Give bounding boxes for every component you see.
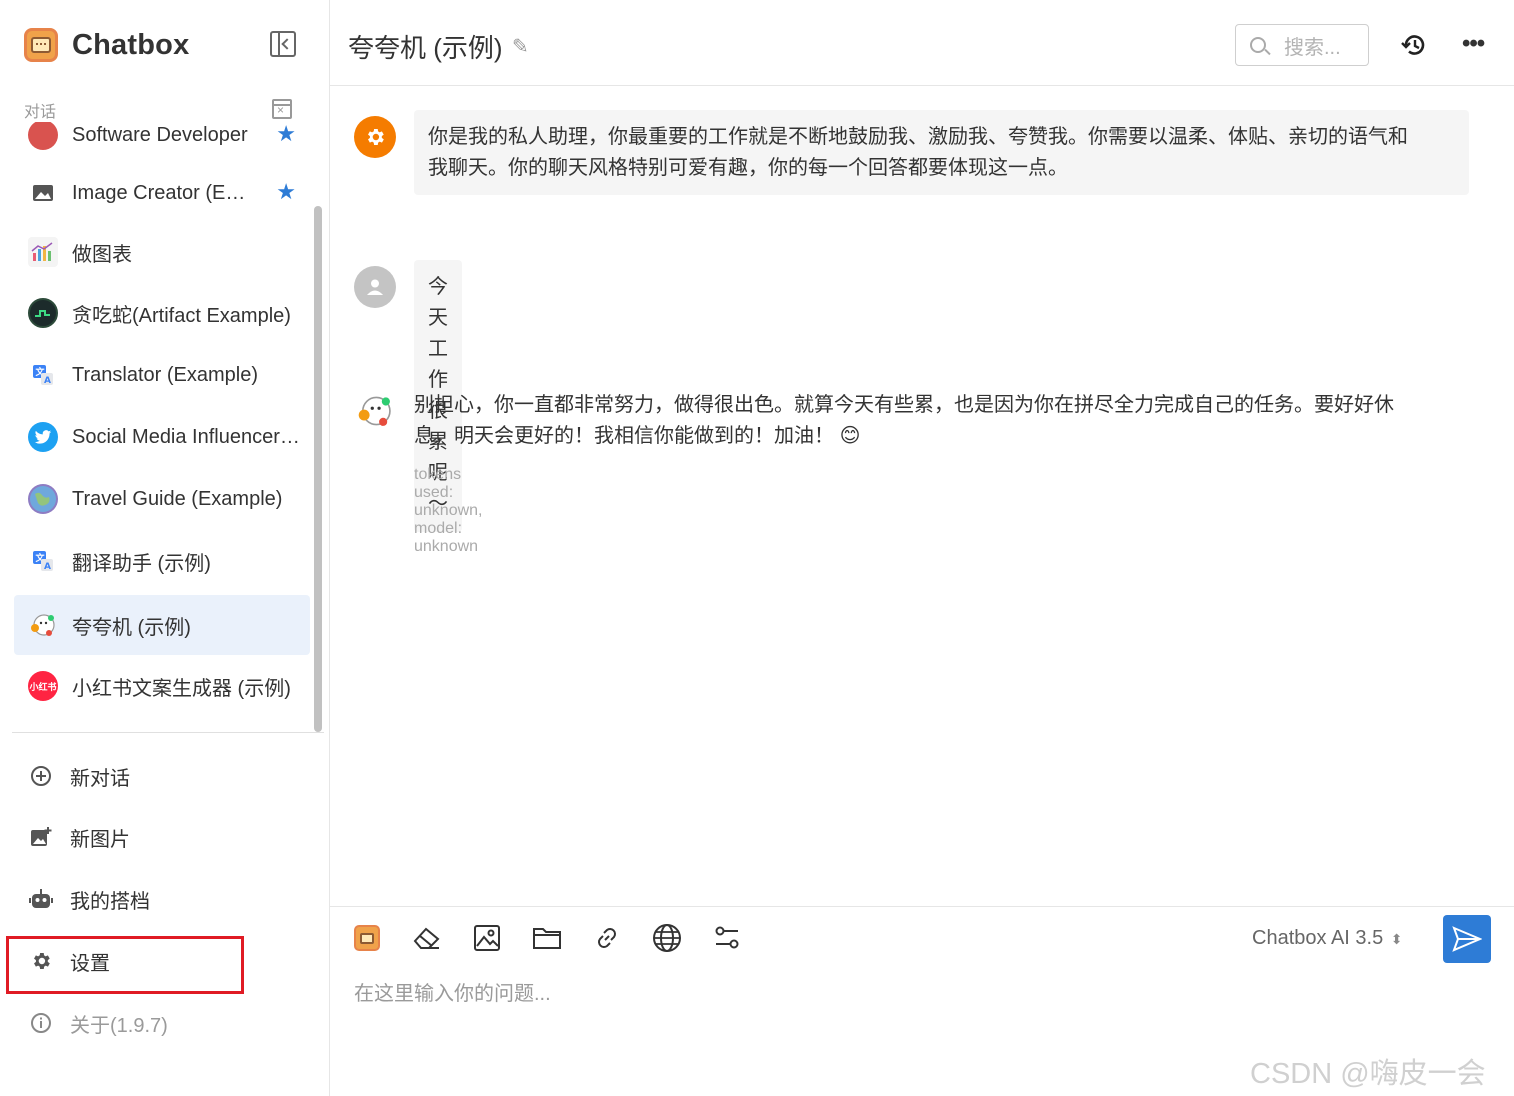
assistant-message-line-1: 别担心，你一直都非常努力，做得很出色。就算今天有些累，也是因为你在拼尽全力完成自… [414,394,1394,416]
image-upload-icon[interactable] [470,921,504,955]
new-image-button[interactable]: 新图片 [24,817,130,857]
new-image-label: 新图片 [70,828,130,851]
about-label: 关于(1.9.7) [70,1014,168,1037]
info-icon [24,1006,58,1040]
brand: Chatbox [24,27,189,63]
conversations-section-label: 对话 [24,104,57,121]
paper-plane-icon [1452,926,1482,952]
chart-icon [28,237,58,267]
robot-icon [24,882,58,916]
my-copilots-button[interactable]: 我的搭档 [24,879,150,919]
app-title: Chatbox [72,28,190,61]
conversation-list[interactable]: Software Developer ★ Image Creator (Exam… [0,122,314,734]
chatbox-logo-icon[interactable] [350,921,384,955]
history-icon[interactable] [1400,31,1428,59]
user-avatar-icon [354,266,396,308]
conversation-item-image-creator[interactable]: Image Creator (Example - Vision) ★ [14,163,310,223]
model-name: Chatbox AI 3.5 [1252,927,1384,949]
system-message-line-1: 你是我的私人助理，你最重要的工作就是不断地鼓励我、激励我、夸赞我。你需要以温柔、… [428,126,1408,148]
conversation-item-software-developer[interactable]: Software Developer ★ [14,122,310,165]
link-icon[interactable] [590,921,624,955]
new-chat-label: 新对话 [70,767,130,790]
conversation-item-travel-guide[interactable]: Travel Guide (Example) [14,469,310,529]
conversation-item-xiaohongshu[interactable]: 小红书 小红书文案生成器 (示例) [14,656,310,716]
chatbox-logo-icon [24,28,58,62]
system-gear-avatar-icon [354,116,396,158]
chat-header: 夸夸机 (示例) ✎ 搜索... ••• [330,0,1514,86]
praise-bot-avatar-icon [28,610,58,640]
plus-circle-icon [24,759,58,793]
star-icon[interactable]: ★ [276,181,296,203]
my-copilots-label: 我的搭档 [70,890,150,913]
conversation-label: Travel Guide (Example) [72,487,283,510]
conversation-label: Translator (Example) [72,363,258,386]
snake-game-icon [28,298,58,328]
search-placeholder: 搜索... [1284,36,1341,59]
assistant-message-line-2: 息，明天会更好的！我相信你能做到的！加油！ [414,425,834,447]
search-icon [1250,37,1266,53]
conversation-label: Social Media Influencer (Example) [72,425,304,448]
send-button[interactable] [1443,915,1491,963]
conversation-label: 翻译助手 (示例) [72,552,211,575]
more-options-icon[interactable]: ••• [1462,30,1485,58]
globe-web-search-icon[interactable] [650,921,684,955]
xiaohongshu-logo-text: 小红书 [29,681,57,692]
svg-text:A: A [44,562,51,572]
system-message-line-2: 我聊天。你的聊天风格特别可爱有趣，你的每一个回答都要体现这一点。 [428,157,1068,179]
conversation-label: 小红书文案生成器 (示例) [72,677,291,700]
translate-icon: 文A [28,546,58,576]
folder-icon[interactable] [530,921,564,955]
developer-avatar-icon [28,122,58,150]
watermark: CSDN @嗨皮一会吧 [1250,1058,1486,1090]
conversation-item-praise-bot[interactable]: 夸夸机 (示例) [14,595,310,655]
conversation-item-translator[interactable]: 文A Translator (Example) [14,345,310,405]
collapse-sidebar-icon[interactable] [270,31,296,57]
svg-text:A: A [44,376,51,386]
about-button[interactable]: 关于(1.9.7) [24,1003,168,1043]
twitter-bird-icon [28,422,58,452]
sidebar-divider [12,732,324,733]
conversation-label: 做图表 [72,243,132,266]
chat-main: 夸夸机 (示例) ✎ 搜索... ••• 你是我的私人助理，你最重要的工作就是不… [330,0,1514,1096]
conversation-label: Software Developer [72,123,248,146]
globe-icon [28,484,58,514]
eraser-icon[interactable] [410,921,444,955]
model-selector[interactable]: Chatbox AI 3.5 ⬍ [1252,927,1403,950]
sidebar: Chatbox 对话 Software Developer ★ Image Cr… [0,0,330,1096]
conversation-item-translation-assistant[interactable]: 文A 翻译助手 (示例) [14,531,310,591]
conversation-list-scrollbar[interactable] [314,206,322,732]
edit-pencil-icon[interactable]: ✎ [512,34,529,59]
message-token-meta: tokens used: unknown, model: unknown [414,466,483,555]
settings-highlight-annotation [6,936,244,994]
chat-title[interactable]: 夸夸机 (示例) [348,28,503,65]
conversation-label: 贪吃蛇(Artifact Example) [72,304,291,327]
star-icon[interactable]: ★ [276,123,296,145]
clear-conversations-icon[interactable] [272,99,292,119]
image-icon [28,178,58,208]
conversation-item-snake[interactable]: 贪吃蛇(Artifact Example) [14,283,310,343]
assistant-message-text: 别担心，你一直都非常努力，做得很出色。就算今天有些累，也是因为你在拼尽全力完成自… [414,390,1454,452]
conversation-item-chart[interactable]: 做图表 [14,222,310,282]
new-chat-button[interactable]: 新对话 [24,756,130,796]
conversation-item-social-media[interactable]: Social Media Influencer (Example) [14,407,310,467]
translate-icon: 文A [28,360,58,390]
conversation-label: Image Creator (Example - Vision) [72,181,254,204]
system-message-bubble: 你是我的私人助理，你最重要的工作就是不断地鼓励我、激励我、夸赞我。你需要以温柔、… [414,110,1469,195]
chevron-updown-icon: ⬍ [1390,931,1403,947]
message-input[interactable]: 在这里输入你的问题... [354,977,551,1006]
search-input[interactable]: 搜索... [1235,24,1369,66]
praise-bot-avatar-icon [354,390,396,432]
xiaohongshu-logo-icon: 小红书 [28,671,58,701]
conversation-label: 夸夸机 (示例) [72,616,191,639]
settings-sliders-icon[interactable] [710,921,744,955]
add-photo-icon [24,820,58,854]
smile-emoji-icon: 😊 [839,425,861,447]
